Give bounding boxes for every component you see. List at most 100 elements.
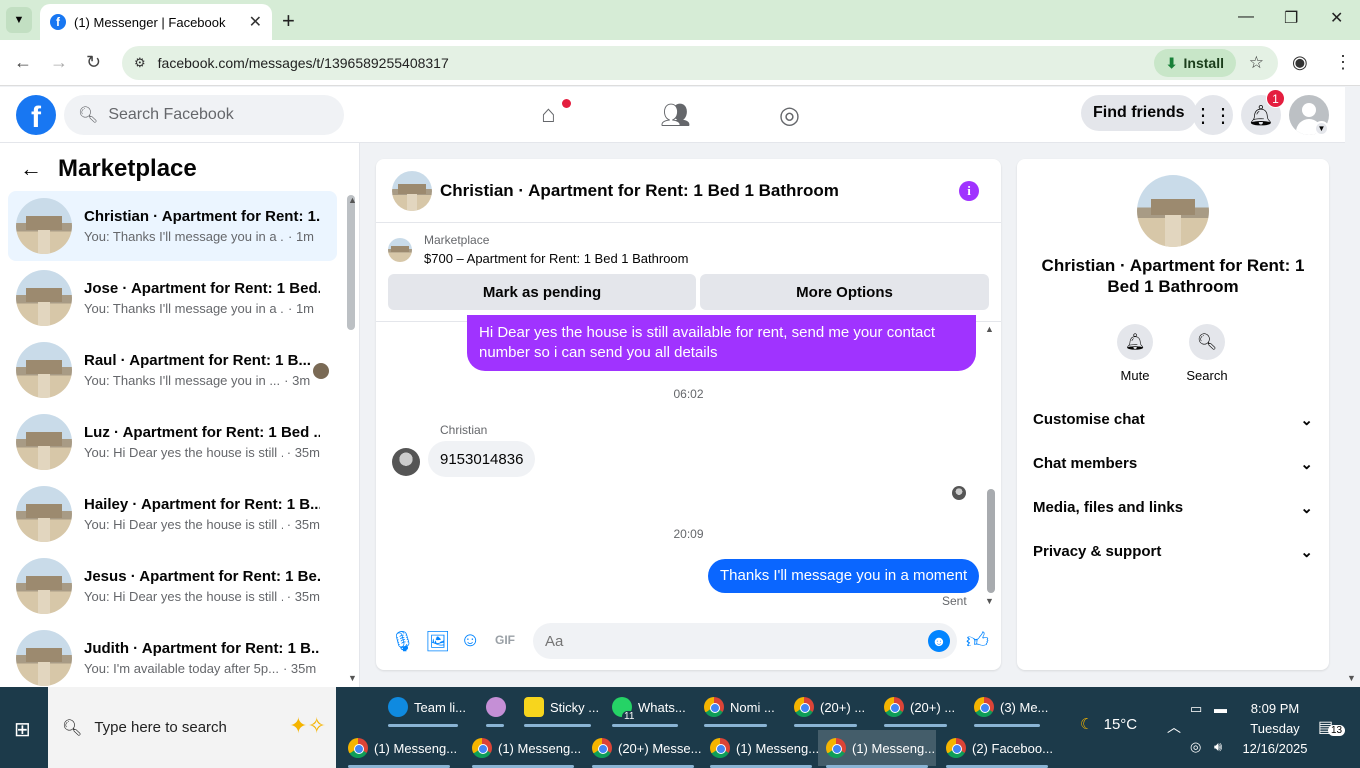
taskbar-window-button[interactable]: (1) Messeng...: [464, 730, 582, 768]
notification-center-icon[interactable]: ▤ 13: [1318, 717, 1346, 737]
chevron-down-icon[interactable]: ▼: [1314, 121, 1329, 136]
conversation-item[interactable]: Jose · Apartment for Rent: 1 Bed... You: …: [8, 263, 337, 333]
new-tab-button[interactable]: +: [282, 8, 295, 34]
weather-moon-icon: ☾: [1080, 716, 1094, 733]
message-input[interactable]: [533, 623, 957, 659]
taskbar-window-button[interactable]: (20+) Messe...: [584, 730, 702, 768]
seen-avatar: [313, 363, 329, 379]
battery-icon[interactable]: ▬: [1214, 701, 1227, 716]
info-section-row[interactable]: Customise chat ⌄: [1033, 411, 1313, 429]
chrome-icon: [826, 738, 846, 758]
clock[interactable]: 8:09 PM Tuesday 12/16/2025: [1240, 699, 1310, 759]
taskbar-app-button[interactable]: [478, 689, 512, 727]
more-options-button[interactable]: More Options: [700, 274, 989, 310]
home-icon[interactable]: ⌂: [541, 101, 556, 129]
install-button[interactable]: ⬇ Install: [1153, 49, 1236, 77]
taskbar-search-input[interactable]: 🔍︎ Type here to search ✦✧: [48, 687, 336, 768]
back-arrow-icon[interactable]: ←: [20, 156, 42, 182]
taskbar-app-button[interactable]: Team li...: [380, 689, 466, 727]
volume-icon[interactable]: 🔊︎: [1214, 739, 1222, 755]
reload-icon[interactable]: ↻: [86, 52, 101, 73]
conversation-item[interactable]: Judith · Apartment for Rent: 1 B... You: …: [8, 623, 337, 693]
emoji-icon[interactable]: ☻: [928, 630, 950, 652]
conversation-item[interactable]: Raul · Apartment for Rent: 1 B... You: Th…: [8, 335, 337, 405]
network-icon[interactable]: ▭: [1190, 701, 1202, 717]
taskbar-app-button[interactable]: (20+) ...: [876, 689, 955, 727]
tab-search-button[interactable]: ▼: [6, 7, 32, 33]
facebook-search-input[interactable]: 🔍︎ Search Facebook: [64, 95, 344, 135]
taskbar-app-button[interactable]: (3) Me...: [966, 689, 1048, 727]
temperature: 15°C: [1103, 716, 1138, 733]
find-friends-button[interactable]: Find friends: [1081, 95, 1197, 131]
taskbar-app-button[interactable]: Nomi ...: [696, 689, 775, 727]
chrome-icon: [592, 738, 612, 758]
conversation-avatar[interactable]: [1137, 175, 1209, 247]
chat-scrollbar-thumb[interactable]: [987, 489, 995, 593]
search-conversation-button[interactable]: 🔍︎ Search: [1177, 324, 1237, 383]
taskbar-app-button[interactable]: Whats...: [604, 689, 686, 727]
scroll-down-arrow-icon[interactable]: ▼: [348, 673, 357, 683]
show-hidden-icons-icon[interactable]: ︿: [1167, 717, 1181, 737]
weather-widget[interactable]: ☾ 15°C: [1080, 715, 1137, 733]
forward-icon[interactable]: →: [50, 52, 68, 73]
conversation-item[interactable]: Jesus · Apartment for Rent: 1 Be... You: …: [8, 551, 337, 621]
taskbar-window-button[interactable]: (2) Faceboo...: [938, 730, 1056, 768]
scroll-up-arrow-icon[interactable]: ▲: [985, 324, 994, 334]
sender-avatar[interactable]: [392, 448, 420, 476]
taskbar-app-button[interactable]: (20+) ...: [786, 689, 865, 727]
profile-icon[interactable]: ◉: [1292, 52, 1308, 73]
mute-button[interactable]: 🔔︎ Mute: [1105, 324, 1165, 383]
listing-thumbnail: [16, 198, 72, 254]
taskbar-app-button[interactable]: Sticky ...: [516, 689, 599, 727]
taskbar-window-button[interactable]: (1) Messeng...: [340, 730, 458, 768]
mark-pending-button[interactable]: Mark as pending: [388, 274, 696, 310]
browser-tab-messenger[interactable]: f (1) Messenger | Facebook ✕: [40, 4, 272, 40]
taskbar-window-button[interactable]: (1) Messeng...: [702, 730, 820, 768]
windows-start-icon[interactable]: ⊞: [14, 717, 31, 742]
url-field[interactable]: ⚙ facebook.com/messages/t/13965892554083…: [122, 46, 1278, 80]
gif-icon[interactable]: GIF: [495, 633, 515, 647]
friends-icon[interactable]: 👥︎: [660, 101, 690, 130]
back-icon[interactable]: ←: [14, 52, 32, 73]
conversation-name: Judith · Apartment for Rent: 1 B...: [84, 640, 320, 657]
taskbar-window-button[interactable]: (1) Messeng...: [818, 730, 936, 768]
microphone-icon[interactable]: 🎙︎: [390, 629, 415, 654]
bookmark-star-icon[interactable]: ☆: [1249, 53, 1264, 73]
scroll-down-arrow-icon[interactable]: ▼: [985, 596, 994, 606]
conversation-item[interactable]: Christian · Apartment for Rent: 1... You:…: [8, 191, 337, 261]
conversation-item[interactable]: Luz · Apartment for Rent: 1 Bed ... You: …: [8, 407, 337, 477]
taskbar-app-label: Nomi ...: [730, 699, 775, 715]
info-section-row[interactable]: Chat members ⌄: [1033, 455, 1313, 473]
conversation-preview: You: Thanks I'll message you in a ...: [84, 301, 284, 316]
conversation-name: Luz · Apartment for Rent: 1 Bed ...: [84, 424, 320, 441]
facebook-header: f 🔍︎ Search Facebook ⌂ 👥︎ ◎ Find friends…: [0, 87, 1345, 143]
scroll-up-arrow-icon[interactable]: ▲: [348, 195, 357, 205]
chat-header: Christian · Apartment for Rent: 1 Bed 1 …: [376, 159, 1001, 223]
like-icon[interactable]: 👍︎: [966, 627, 989, 654]
sent-status: Sent: [942, 594, 967, 608]
close-tab-icon[interactable]: ✕: [249, 12, 262, 32]
chat-avatar[interactable]: [392, 170, 432, 211]
chrome-icon: [348, 738, 368, 758]
page-scroll-down-icon[interactable]: ▼: [1347, 673, 1356, 683]
site-settings-icon[interactable]: ⚙: [134, 55, 146, 71]
info-icon[interactable]: i: [959, 181, 979, 201]
conversation-item[interactable]: Hailey · Apartment for Rent: 1 B... You: …: [8, 479, 337, 549]
photo-icon[interactable]: 🖼︎: [425, 629, 450, 654]
conversation-name: Christian · Apartment for Rent: 1...: [84, 208, 320, 225]
chat-title[interactable]: Christian · Apartment for Rent: 1 Bed 1 …: [440, 181, 839, 201]
sticker-icon[interactable]: ☺: [460, 629, 480, 652]
browser-menu-icon[interactable]: ⋮: [1334, 52, 1352, 73]
tray-app-icon[interactable]: ◎: [1190, 739, 1201, 755]
info-section-row[interactable]: Privacy & support ⌄: [1033, 543, 1313, 561]
minimize-icon[interactable]: —: [1238, 8, 1254, 26]
groups-icon[interactable]: ◎: [779, 101, 800, 130]
close-window-icon[interactable]: ✕: [1330, 8, 1343, 28]
listing-summary[interactable]: Marketplace $700 – Apartment for Rent: 1…: [388, 233, 988, 266]
listing-thumbnail: [16, 270, 72, 326]
menu-grid-icon[interactable]: ⋮⋮: [1193, 95, 1233, 135]
info-section-row[interactable]: Media, files and links ⌄: [1033, 499, 1313, 517]
maximize-icon[interactable]: ❐: [1284, 8, 1298, 28]
facebook-logo-icon[interactable]: f: [16, 95, 56, 135]
left-scrollbar-thumb[interactable]: [347, 195, 355, 330]
